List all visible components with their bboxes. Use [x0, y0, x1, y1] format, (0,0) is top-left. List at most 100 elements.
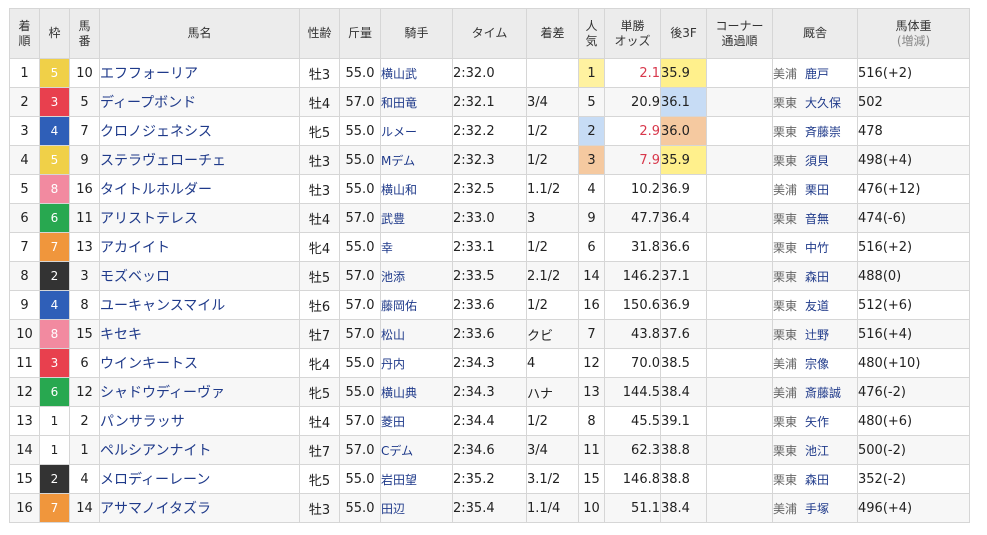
- jockey-cell[interactable]: 丹内: [380, 348, 453, 378]
- jockey-link[interactable]: 横山典: [382, 386, 418, 400]
- trainer-link[interactable]: 森田: [805, 473, 829, 487]
- jockey-link[interactable]: Cデム: [382, 444, 414, 458]
- jockey-link[interactable]: 和田竜: [382, 96, 418, 110]
- horse-name-cell[interactable]: シャドウディーヴァ: [99, 377, 300, 407]
- jockey-cell[interactable]: 菱田: [380, 406, 453, 436]
- trainer-cell[interactable]: 美浦 手塚: [772, 493, 858, 523]
- trainer-cell[interactable]: 栗東 大久保: [772, 87, 858, 117]
- jockey-link[interactable]: 松山: [382, 328, 406, 342]
- horse-name-cell[interactable]: アサマノイタズラ: [99, 493, 300, 523]
- horse-name-cell[interactable]: アカイイト: [99, 232, 300, 262]
- horse-link[interactable]: モズベッロ: [101, 269, 171, 285]
- horse-link[interactable]: アリストテレス: [101, 211, 199, 227]
- horse-name-cell[interactable]: ペルシアンナイト: [99, 435, 300, 465]
- trainer-cell[interactable]: 美浦 宗像: [772, 348, 858, 378]
- jockey-cell[interactable]: 幸: [380, 232, 453, 262]
- jockey-cell[interactable]: 池添: [380, 261, 453, 291]
- trainer-cell[interactable]: 栗東 中竹: [772, 232, 858, 262]
- horse-name-cell[interactable]: パンサラッサ: [99, 406, 300, 436]
- horse-link[interactable]: ディープボンド: [101, 95, 197, 111]
- horse-link[interactable]: ユーキャンスマイル: [101, 298, 226, 314]
- jockey-link[interactable]: 池添: [382, 270, 406, 284]
- last3f-cell: 38.5: [660, 348, 707, 378]
- horse-link[interactable]: ペルシアンナイト: [101, 443, 212, 459]
- horse-link[interactable]: エフフォーリア: [101, 66, 199, 82]
- trainer-link[interactable]: 栗田: [805, 183, 829, 197]
- trainer-cell[interactable]: 栗東 森田: [772, 261, 858, 291]
- trainer-cell[interactable]: 栗東 辻野: [772, 319, 858, 349]
- sexage-cell: 牡6: [299, 290, 340, 320]
- jockey-cell[interactable]: Cデム: [380, 435, 453, 465]
- horse-name-cell[interactable]: モズベッロ: [99, 261, 300, 291]
- jockey-link[interactable]: 藤岡佑: [382, 299, 418, 313]
- jockey-link[interactable]: 田辺: [382, 502, 406, 516]
- jockey-cell[interactable]: 和田竜: [380, 87, 453, 117]
- table-row: 5 8 16 タイトルホルダー 牡3 55.0 横山和 2:32.5 1.1/2 4 10.2 36.…: [9, 174, 970, 204]
- horse-name-cell[interactable]: クロノジェネシス: [99, 116, 300, 146]
- trainer-link[interactable]: 斉藤崇: [805, 125, 841, 139]
- jockey-link[interactable]: 武豊: [382, 212, 406, 226]
- horse-name-cell[interactable]: ユーキャンスマイル: [99, 290, 300, 320]
- horse-name-cell[interactable]: ステラヴェローチェ: [99, 145, 300, 175]
- trainer-link[interactable]: 須貝: [805, 154, 829, 168]
- jockey-link[interactable]: 丹内: [382, 357, 406, 371]
- trainer-link[interactable]: 友道: [805, 299, 829, 313]
- trainer-cell[interactable]: 栗東 友道: [772, 290, 858, 320]
- jockey-cell[interactable]: 岩田望: [380, 464, 453, 494]
- jockey-link[interactable]: Mデム: [382, 154, 416, 168]
- horse-link[interactable]: メロディーレーン: [101, 472, 211, 488]
- trainer-cell[interactable]: 美浦 栗田: [772, 174, 858, 204]
- jockey-cell[interactable]: 田辺: [380, 493, 453, 523]
- jockey-cell[interactable]: 横山典: [380, 377, 453, 407]
- trainer-cell[interactable]: 栗東 池江: [772, 435, 858, 465]
- horse-link[interactable]: キセキ: [101, 327, 143, 343]
- jockey-link[interactable]: 横山武: [382, 67, 418, 81]
- horse-link[interactable]: クロノジェネシス: [101, 124, 213, 140]
- trainer-link[interactable]: 宗像: [805, 357, 829, 371]
- jockey-cell[interactable]: 武豊: [380, 203, 453, 233]
- jockey-cell[interactable]: ルメー: [380, 116, 453, 146]
- horse-name-cell[interactable]: ウインキートス: [99, 348, 300, 378]
- trainer-link[interactable]: 音無: [805, 212, 829, 226]
- jockey-link[interactable]: ルメー: [382, 125, 418, 139]
- trainer-cell[interactable]: 美浦 鹿戸: [772, 58, 858, 88]
- horse-link[interactable]: アサマノイタズラ: [101, 501, 212, 517]
- horse-link[interactable]: アカイイト: [101, 240, 171, 256]
- trainer-cell[interactable]: 栗東 斉藤崇: [772, 116, 858, 146]
- trainer-cell[interactable]: 栗東 矢作: [772, 406, 858, 436]
- horse-link[interactable]: タイトルホルダー: [101, 182, 213, 198]
- trainer-link[interactable]: 森田: [805, 270, 829, 284]
- trainer-link[interactable]: 辻野: [805, 328, 829, 342]
- trainer-cell[interactable]: 栗東 須貝: [772, 145, 858, 175]
- jockey-cell[interactable]: 藤岡佑: [380, 290, 453, 320]
- horse-name-cell[interactable]: タイトルホルダー: [99, 174, 300, 204]
- trainer-link[interactable]: 矢作: [805, 415, 829, 429]
- trainer-belong: 栗東: [773, 153, 798, 168]
- trainer-link[interactable]: 鹿戸: [805, 67, 829, 81]
- jockey-link[interactable]: 菱田: [382, 415, 406, 429]
- horse-name-cell[interactable]: エフフォーリア: [99, 58, 300, 88]
- trainer-link[interactable]: 中竹: [805, 241, 829, 255]
- trainer-link[interactable]: 池江: [805, 444, 829, 458]
- jockey-link[interactable]: 横山和: [382, 183, 418, 197]
- trainer-link[interactable]: 斎藤誠: [805, 386, 841, 400]
- trainer-cell[interactable]: 美浦 斎藤誠: [772, 377, 858, 407]
- jockey-cell[interactable]: 横山和: [380, 174, 453, 204]
- jockey-cell[interactable]: 横山武: [380, 58, 453, 88]
- jockey-link[interactable]: 岩田望: [382, 473, 418, 487]
- horse-name-cell[interactable]: キセキ: [99, 319, 300, 349]
- trainer-cell[interactable]: 栗東 森田: [772, 464, 858, 494]
- jockey-cell[interactable]: 松山: [380, 319, 453, 349]
- horse-link[interactable]: パンサラッサ: [101, 414, 185, 430]
- horse-name-cell[interactable]: ディープボンド: [99, 87, 300, 117]
- horse-link[interactable]: シャドウディーヴァ: [101, 385, 226, 401]
- jockey-link[interactable]: 幸: [382, 241, 394, 255]
- horse-link[interactable]: ウインキートス: [101, 356, 199, 372]
- jockey-cell[interactable]: Mデム: [380, 145, 453, 175]
- horse-link[interactable]: ステラヴェローチェ: [101, 153, 227, 169]
- horse-name-cell[interactable]: アリストテレス: [99, 203, 300, 233]
- trainer-link[interactable]: 大久保: [805, 96, 841, 110]
- horse-name-cell[interactable]: メロディーレーン: [99, 464, 300, 494]
- trainer-cell[interactable]: 栗東 音無: [772, 203, 858, 233]
- trainer-link[interactable]: 手塚: [805, 502, 829, 516]
